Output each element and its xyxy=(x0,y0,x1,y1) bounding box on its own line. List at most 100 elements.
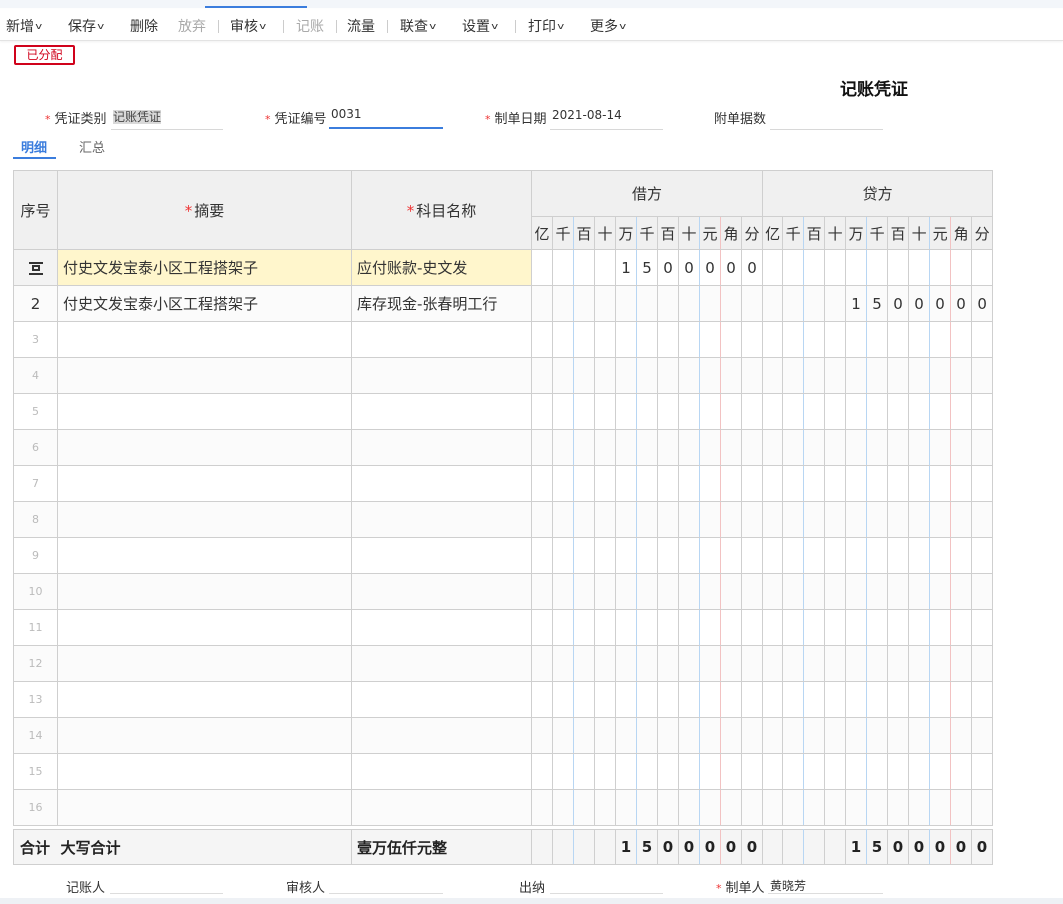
debit-digit[interactable] xyxy=(615,789,637,826)
credit-digit[interactable] xyxy=(782,609,805,646)
credit-digit[interactable] xyxy=(803,321,826,358)
credit-digit[interactable] xyxy=(929,789,952,826)
debit-digit[interactable] xyxy=(615,609,637,646)
credit-digit[interactable] xyxy=(971,429,994,466)
credit-digit[interactable] xyxy=(929,537,952,574)
summary-cell[interactable] xyxy=(57,645,352,682)
credit-digit[interactable] xyxy=(908,609,931,646)
credit-digit[interactable] xyxy=(782,249,805,286)
debit-digit[interactable] xyxy=(573,645,595,682)
credit-digit[interactable] xyxy=(929,429,952,466)
debit-digit[interactable] xyxy=(657,789,679,826)
debit-digit[interactable] xyxy=(657,465,679,502)
credit-digit[interactable] xyxy=(971,681,994,718)
table-row[interactable]: 14 xyxy=(13,717,994,754)
summary-cell[interactable] xyxy=(57,717,352,754)
debit-digit[interactable] xyxy=(740,393,764,430)
debit-digit[interactable] xyxy=(699,717,721,754)
credit-digit[interactable] xyxy=(866,681,889,718)
debit-digit[interactable] xyxy=(636,789,658,826)
credit-digit[interactable] xyxy=(929,753,952,790)
credit-digit[interactable] xyxy=(908,573,931,610)
debit-digit[interactable] xyxy=(678,357,700,394)
account-cell[interactable] xyxy=(351,465,532,502)
debit-digit[interactable] xyxy=(552,465,574,502)
credit-digit[interactable] xyxy=(803,681,826,718)
debit-digit[interactable] xyxy=(573,681,595,718)
credit-digit[interactable] xyxy=(824,321,847,358)
credit-digit[interactable] xyxy=(782,681,805,718)
credit-digit[interactable] xyxy=(971,609,994,646)
debit-digit[interactable] xyxy=(699,681,721,718)
debit-digit[interactable]: 0 xyxy=(657,249,679,286)
debit-digit[interactable] xyxy=(657,357,679,394)
debit-digit[interactable]: 5 xyxy=(636,249,658,286)
debit-digit[interactable] xyxy=(657,321,679,358)
debit-digit[interactable] xyxy=(594,573,616,610)
credit-digit[interactable] xyxy=(782,357,805,394)
debit-digit[interactable] xyxy=(531,429,553,466)
credit-digit[interactable] xyxy=(762,357,784,394)
credit-digit[interactable] xyxy=(887,393,910,430)
credit-digit[interactable] xyxy=(950,681,973,718)
credit-digit[interactable] xyxy=(908,321,931,358)
credit-digit[interactable] xyxy=(845,429,868,466)
debit-digit[interactable] xyxy=(678,717,700,754)
credit-digit[interactable] xyxy=(845,609,868,646)
debit-digit[interactable] xyxy=(678,321,700,358)
cashier-field[interactable] xyxy=(550,877,663,894)
credit-digit[interactable] xyxy=(803,789,826,826)
voucher-date-field[interactable]: 2021-08-14 xyxy=(550,108,663,130)
debit-digit[interactable] xyxy=(552,753,574,790)
summary-cell[interactable] xyxy=(57,465,352,502)
debit-digit[interactable] xyxy=(594,537,616,574)
debit-digit[interactable] xyxy=(678,285,700,322)
credit-digit[interactable] xyxy=(762,609,784,646)
table-row[interactable]: 付史文发宝泰小区工程搭架子 应付账款-史文发 1 5 0 0 0 0 0 xyxy=(13,249,994,286)
credit-digit[interactable] xyxy=(929,465,952,502)
debit-digit[interactable] xyxy=(594,501,616,538)
credit-digit[interactable] xyxy=(887,357,910,394)
debit-digit[interactable] xyxy=(740,789,764,826)
debit-digit[interactable] xyxy=(573,573,595,610)
credit-digit[interactable] xyxy=(887,249,910,286)
table-row[interactable]: 3 xyxy=(13,321,994,358)
debit-digit[interactable] xyxy=(636,717,658,754)
credit-digit[interactable] xyxy=(950,393,973,430)
credit-digit[interactable] xyxy=(887,717,910,754)
account-cell[interactable] xyxy=(351,789,532,826)
debit-digit[interactable] xyxy=(678,393,700,430)
summary-cell[interactable] xyxy=(57,357,352,394)
credit-digit[interactable]: 0 xyxy=(950,285,973,322)
credit-digit[interactable]: 0 xyxy=(929,285,952,322)
credit-digit[interactable] xyxy=(950,609,973,646)
debit-digit[interactable] xyxy=(636,573,658,610)
debit-digit[interactable]: 0 xyxy=(740,249,764,286)
credit-digit[interactable] xyxy=(866,609,889,646)
credit-digit[interactable] xyxy=(845,753,868,790)
credit-digit[interactable] xyxy=(971,249,994,286)
summary-cell[interactable] xyxy=(57,393,352,430)
table-row[interactable]: 15 xyxy=(13,753,994,790)
debit-digit[interactable] xyxy=(678,753,700,790)
save-button[interactable]: 保存v xyxy=(68,16,104,36)
account-cell[interactable] xyxy=(351,609,532,646)
credit-digit[interactable] xyxy=(971,573,994,610)
auditor-field[interactable] xyxy=(329,877,443,894)
credit-digit[interactable] xyxy=(929,249,952,286)
table-row[interactable]: 2 付史文发宝泰小区工程搭架子 库存现金-张春明工行 1 5 0 0 0 0 0 xyxy=(13,285,994,322)
credit-digit[interactable] xyxy=(866,393,889,430)
debit-digit[interactable] xyxy=(740,501,764,538)
debit-digit[interactable] xyxy=(552,321,574,358)
debit-digit[interactable] xyxy=(552,357,574,394)
attachment-count-field[interactable] xyxy=(770,108,883,130)
voucher-number-field[interactable]: 0031 xyxy=(329,107,443,129)
debit-digit[interactable] xyxy=(740,465,764,502)
debit-digit[interactable] xyxy=(740,717,764,754)
debit-digit[interactable] xyxy=(573,501,595,538)
credit-digit[interactable] xyxy=(762,537,784,574)
credit-digit[interactable] xyxy=(803,393,826,430)
credit-digit[interactable] xyxy=(908,465,931,502)
table-row[interactable]: 11 xyxy=(13,609,994,646)
debit-digit[interactable] xyxy=(678,789,700,826)
